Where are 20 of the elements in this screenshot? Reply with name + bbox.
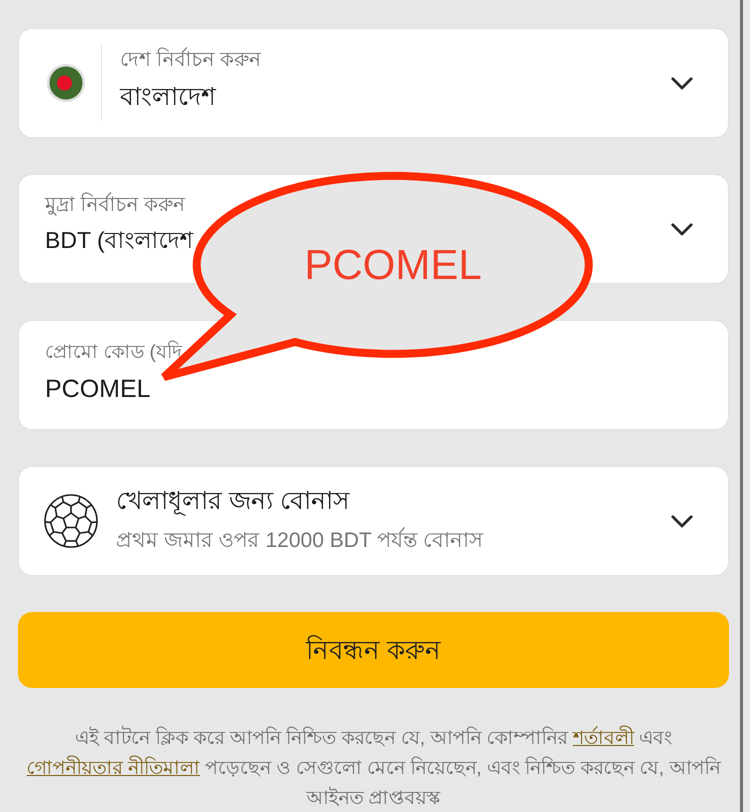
promo-code-input[interactable]: PCOMEL bbox=[45, 374, 702, 404]
chevron-down-icon bbox=[671, 76, 693, 90]
field-label: প্রোমো কোড (যদি bbox=[45, 341, 182, 365]
field-label: দেশ নির্বাচন করুন bbox=[120, 48, 262, 72]
soccer-ball-icon bbox=[44, 494, 98, 548]
bonus-select[interactable]: খেলাধূলার জন্য বোনাস প্রথম জমার ওপর 12000 BDT পর্যন্ত বোনাস bbox=[18, 466, 729, 576]
legal-link[interactable]: শর্তাবলী bbox=[572, 728, 634, 749]
selected-value: BDT (বাংলাদেশ bbox=[45, 226, 194, 255]
register-button[interactable]: নিবন্ধন করুন bbox=[18, 612, 729, 688]
field-label: মুদ্রা নির্বাচন করুন bbox=[45, 193, 186, 217]
legal-link[interactable]: গোপনীয়তার নীতিমালা bbox=[26, 758, 200, 779]
bonus-description: প্রথম জমার ওপর 12000 BDT পর্যন্ত বোনাস bbox=[116, 527, 484, 554]
bonus-title: খেলাধূলার জন্য বোনাস bbox=[116, 486, 350, 516]
flag-icon bbox=[47, 64, 85, 102]
chevron-down-icon bbox=[671, 514, 693, 528]
selected-value: বাংলাদেশ bbox=[120, 82, 216, 112]
callout-text: PCOMEL bbox=[304, 241, 482, 289]
country-select[interactable]: দেশ নির্বাচন করুন বাংলাদেশ bbox=[18, 28, 729, 138]
chevron-down-icon bbox=[671, 222, 693, 236]
legal-notice: এই বাটনে ক্লিক করে আপনি নিশ্চিত করছেন যে, আপনি কোম্পানির শর্তাবলী এবং গোপনীয়তার নীতিমালা পড়েছেন ও সেগুলো মেনে নিয়েছেন, এবং নিশ্চিত করছেন যে, আপনি আইনত প্রাপ্তবয়স্ক bbox=[18, 724, 729, 812]
